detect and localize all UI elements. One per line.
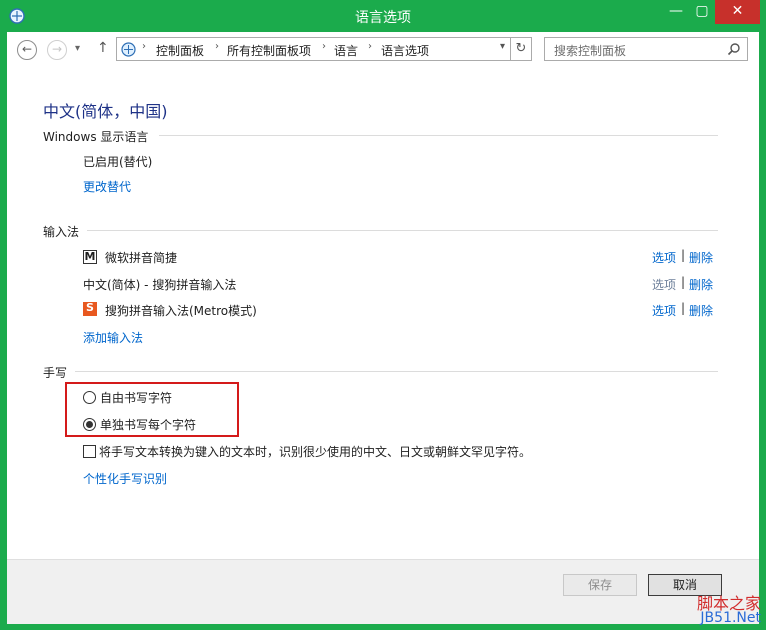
watermark-site-text: JB51.Net xyxy=(700,610,761,626)
breadcrumb-separator: › xyxy=(215,41,219,52)
ime-name: 中文(简体) - 搜狗拼音输入法 xyxy=(83,278,237,292)
handwriting-section-label: 手写 xyxy=(43,366,68,380)
add-input-method-link[interactable]: 添加输入法 xyxy=(83,329,143,346)
window-frame: 语言选项 — ▢ ✕ ← → ▾ ↑ › 控制面板 › 所有控制面板项 › 语言… xyxy=(0,0,766,630)
back-button[interactable]: ← xyxy=(17,40,37,60)
breadcrumb-separator: › xyxy=(322,41,326,52)
address-bar[interactable]: › 控制面板 › 所有控制面板项 › 语言 › 语言选项 ▾ xyxy=(116,37,532,61)
content-area: ← → ▾ ↑ › 控制面板 › 所有控制面板项 › 语言 › 语言选项 ▾ ↻ xyxy=(7,32,759,624)
ime-options-link[interactable]: 选项 xyxy=(652,276,676,293)
address-dropdown-button[interactable]: ▾ xyxy=(500,41,505,52)
ime-delete-link[interactable]: 删除 xyxy=(689,249,713,266)
ime-name: 搜狗拼音输入法(Metro模式) xyxy=(105,304,257,318)
up-button[interactable]: ↑ xyxy=(97,40,109,56)
refresh-button[interactable]: ↻ xyxy=(510,37,532,61)
change-override-link[interactable]: 更改替代 xyxy=(83,178,131,195)
link-separator: | xyxy=(681,275,686,289)
display-language-section-label: Windows 显示语言 xyxy=(43,130,149,144)
navigation-bar: ← → ▾ ↑ › 控制面板 › 所有控制面板项 › 语言 › 语言选项 ▾ ↻ xyxy=(7,32,759,68)
link-separator: | xyxy=(681,248,686,262)
recent-locations-dropdown[interactable]: ▾ xyxy=(75,43,80,54)
close-button[interactable]: ✕ xyxy=(715,0,760,24)
input-method-section-label: 输入法 xyxy=(43,225,80,239)
section-divider xyxy=(87,230,718,231)
breadcrumb-language[interactable]: 语言 xyxy=(334,42,358,59)
ime-delete-link[interactable]: 删除 xyxy=(689,276,713,293)
search-box[interactable]: 搜索控制面板 xyxy=(544,37,748,61)
microsoft-pinyin-icon: M xyxy=(83,250,97,264)
breadcrumb-language-options[interactable]: 语言选项 xyxy=(381,42,429,59)
ime-options-link[interactable]: 选项 xyxy=(652,302,676,319)
breadcrumb-control-panel[interactable]: 控制面板 xyxy=(156,42,204,59)
ime-delete-link[interactable]: 删除 xyxy=(689,302,713,319)
breadcrumb-separator: › xyxy=(368,41,372,52)
window-title: 语言选项 xyxy=(355,10,411,26)
rare-characters-checkbox[interactable] xyxy=(83,445,96,458)
language-heading: 中文(简体，中国) xyxy=(43,102,168,121)
red-highlight-box xyxy=(65,382,239,437)
control-panel-icon xyxy=(121,42,136,57)
forward-button[interactable]: → xyxy=(47,40,67,60)
link-separator: | xyxy=(681,301,686,315)
display-language-status: 已启用(替代) xyxy=(83,155,153,169)
breadcrumb-separator: › xyxy=(142,41,146,52)
ime-options-link[interactable]: 选项 xyxy=(652,249,676,266)
search-input[interactable]: 搜索控制面板 xyxy=(554,42,626,59)
breadcrumb-all-items[interactable]: 所有控制面板项 xyxy=(227,42,311,59)
footer-bar: 保存 取消 xyxy=(7,559,759,624)
maximize-button[interactable]: ▢ xyxy=(689,0,715,24)
minimize-button[interactable]: — xyxy=(663,0,689,24)
ime-name: 微软拼音简捷 xyxy=(105,251,178,265)
save-button[interactable]: 保存 xyxy=(563,574,637,596)
section-divider xyxy=(75,371,718,372)
section-divider xyxy=(159,135,718,136)
search-icon[interactable] xyxy=(727,42,741,56)
title-bar[interactable]: 语言选项 — ▢ ✕ xyxy=(0,0,766,32)
personalize-handwriting-link[interactable]: 个性化手写识别 xyxy=(83,470,167,487)
rare-characters-checkbox-label[interactable]: 将手写文本转换为键入的文本时，识别很少使用的中文、日文或朝鲜文罕见字符。 xyxy=(99,443,531,460)
sogou-icon: S xyxy=(83,302,97,316)
